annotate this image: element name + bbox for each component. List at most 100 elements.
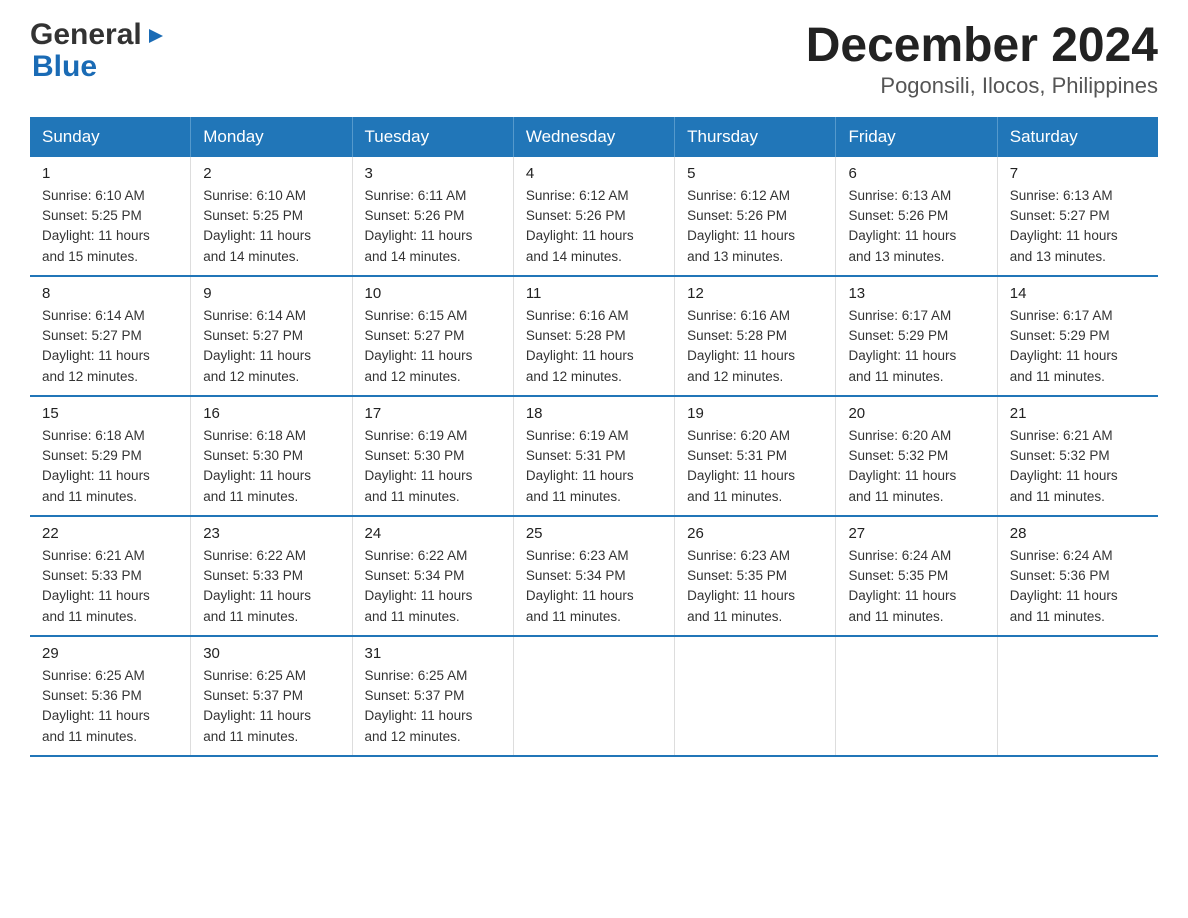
calendar-table: SundayMondayTuesdayWednesdayThursdayFrid…: [30, 117, 1158, 757]
day-info: Sunrise: 6:25 AMSunset: 5:37 PMDaylight:…: [203, 666, 339, 747]
day-number: 20: [848, 405, 984, 422]
day-cell-4: 4 Sunrise: 6:12 AMSunset: 5:26 PMDaylight…: [513, 157, 674, 276]
day-info: Sunrise: 6:21 AMSunset: 5:32 PMDaylight:…: [1010, 426, 1146, 507]
day-cell-5: 5 Sunrise: 6:12 AMSunset: 5:26 PMDaylight…: [675, 157, 836, 276]
day-number: 18: [526, 405, 662, 422]
week-row-1: 1 Sunrise: 6:10 AMSunset: 5:25 PMDaylight…: [30, 157, 1158, 276]
day-header-thursday: Thursday: [675, 117, 836, 157]
day-info: Sunrise: 6:12 AMSunset: 5:26 PMDaylight:…: [687, 186, 823, 267]
day-cell-27: 27 Sunrise: 6:24 AMSunset: 5:35 PMDayligh…: [836, 516, 997, 636]
day-info: Sunrise: 6:13 AMSunset: 5:26 PMDaylight:…: [848, 186, 984, 267]
day-cell-11: 11Sunrise: 6:16 AMSunset: 5:28 PMDayligh…: [513, 276, 674, 396]
day-number: 29: [42, 645, 178, 662]
day-info: Sunrise: 6:11 AMSunset: 5:26 PMDaylight:…: [365, 186, 501, 267]
day-number: 4: [526, 165, 662, 182]
day-info: Sunrise: 6:20 AMSunset: 5:32 PMDaylight:…: [848, 426, 984, 507]
day-cell-16: 16 Sunrise: 6:18 AMSunset: 5:30 PMDayligh…: [191, 396, 352, 516]
day-number: 30: [203, 645, 339, 662]
day-info: Sunrise: 6:12 AMSunset: 5:26 PMDaylight:…: [526, 186, 662, 267]
day-number: 3: [365, 165, 501, 182]
day-cell-19: 19 Sunrise: 6:20 AMSunset: 5:31 PMDayligh…: [675, 396, 836, 516]
day-cell-8: 8Sunrise: 6:14 AMSunset: 5:27 PMDaylight…: [30, 276, 191, 396]
day-cell-26: 26 Sunrise: 6:23 AMSunset: 5:35 PMDayligh…: [675, 516, 836, 636]
day-number: 11: [526, 285, 662, 302]
title-area: December 2024 Pogonsili, Ilocos, Philipp…: [806, 20, 1158, 99]
day-info: Sunrise: 6:25 AMSunset: 5:37 PMDaylight:…: [365, 666, 501, 747]
day-number: 25: [526, 525, 662, 542]
day-number: 8: [42, 285, 178, 302]
calendar-subtitle: Pogonsili, Ilocos, Philippines: [806, 73, 1158, 99]
logo-blue-text: Blue: [32, 50, 97, 84]
day-number: 15: [42, 405, 178, 422]
empty-cell: [836, 636, 997, 756]
day-cell-21: 21 Sunrise: 6:21 AMSunset: 5:32 PMDayligh…: [997, 396, 1158, 516]
day-number: 5: [687, 165, 823, 182]
day-header-wednesday: Wednesday: [513, 117, 674, 157]
day-info: Sunrise: 6:22 AMSunset: 5:33 PMDaylight:…: [203, 546, 339, 627]
day-info: Sunrise: 6:16 AMSunset: 5:28 PMDaylight:…: [687, 306, 823, 387]
week-row-2: 8 Sunrise: 6:14 AMSunset: 5:27 PMDaylight…: [30, 276, 1158, 396]
day-number: 31: [365, 645, 501, 662]
day-number: 10: [365, 285, 501, 302]
logo-arrow-icon: [145, 25, 167, 47]
day-cell-15: 15 Sunrise: 6:18 AMSunset: 5:29 PMDayligh…: [30, 396, 191, 516]
calendar-title: December 2024: [806, 20, 1158, 73]
day-cell-22: 22 Sunrise: 6:21 AMSunset: 5:33 PMDayligh…: [30, 516, 191, 636]
empty-cell: [513, 636, 674, 756]
day-info: Sunrise: 6:15 AMSunset: 5:27 PMDaylight:…: [365, 306, 501, 387]
week-row-5: 29 Sunrise: 6:25 AMSunset: 5:36 PMDayligh…: [30, 636, 1158, 756]
calendar-header-row: SundayMondayTuesdayWednesdayThursdayFrid…: [30, 117, 1158, 157]
day-info: Sunrise: 6:10 AMSunset: 5:25 PMDaylight:…: [203, 186, 339, 267]
day-number: 22: [42, 525, 178, 542]
day-number: 9: [203, 285, 339, 302]
day-info: Sunrise: 6:21 AMSunset: 5:33 PMDaylight:…: [42, 546, 178, 627]
day-info: Sunrise: 6:10 AMSunset: 5:25 PMDaylight:…: [42, 186, 178, 267]
day-cell-18: 18Sunrise: 6:19 AMSunset: 5:31 PMDayligh…: [513, 396, 674, 516]
day-info: Sunrise: 6:23 AMSunset: 5:34 PMDaylight:…: [526, 546, 662, 627]
day-number: 19: [687, 405, 823, 422]
empty-cell: [675, 636, 836, 756]
day-header-saturday: Saturday: [997, 117, 1158, 157]
page-header: General Blue December 2024 Pogonsili, Il…: [30, 20, 1158, 99]
day-info: Sunrise: 6:14 AMSunset: 5:27 PMDaylight:…: [203, 306, 339, 387]
day-cell-2: 2Sunrise: 6:10 AMSunset: 5:25 PMDaylight…: [191, 157, 352, 276]
day-info: Sunrise: 6:18 AMSunset: 5:29 PMDaylight:…: [42, 426, 178, 507]
day-number: 16: [203, 405, 339, 422]
day-cell-28: 28Sunrise: 6:24 AMSunset: 5:36 PMDayligh…: [997, 516, 1158, 636]
day-number: 14: [1010, 285, 1146, 302]
day-cell-12: 12Sunrise: 6:16 AMSunset: 5:28 PMDayligh…: [675, 276, 836, 396]
week-row-4: 22 Sunrise: 6:21 AMSunset: 5:33 PMDayligh…: [30, 516, 1158, 636]
day-info: Sunrise: 6:22 AMSunset: 5:34 PMDaylight:…: [365, 546, 501, 627]
day-cell-24: 24 Sunrise: 6:22 AMSunset: 5:34 PMDayligh…: [352, 516, 513, 636]
day-cell-14: 14Sunrise: 6:17 AMSunset: 5:29 PMDayligh…: [997, 276, 1158, 396]
day-number: 27: [848, 525, 984, 542]
day-number: 7: [1010, 165, 1146, 182]
day-cell-25: 25 Sunrise: 6:23 AMSunset: 5:34 PMDayligh…: [513, 516, 674, 636]
day-number: 17: [365, 405, 501, 422]
day-cell-30: 30 Sunrise: 6:25 AMSunset: 5:37 PMDayligh…: [191, 636, 352, 756]
day-info: Sunrise: 6:23 AMSunset: 5:35 PMDaylight:…: [687, 546, 823, 627]
day-cell-9: 9 Sunrise: 6:14 AMSunset: 5:27 PMDaylight…: [191, 276, 352, 396]
day-info: Sunrise: 6:20 AMSunset: 5:31 PMDaylight:…: [687, 426, 823, 507]
day-cell-17: 17Sunrise: 6:19 AMSunset: 5:30 PMDayligh…: [352, 396, 513, 516]
day-number: 24: [365, 525, 501, 542]
day-number: 6: [848, 165, 984, 182]
day-number: 1: [42, 165, 178, 182]
day-cell-10: 10 Sunrise: 6:15 AMSunset: 5:27 PMDayligh…: [352, 276, 513, 396]
day-info: Sunrise: 6:24 AMSunset: 5:35 PMDaylight:…: [848, 546, 984, 627]
day-header-sunday: Sunday: [30, 117, 191, 157]
day-info: Sunrise: 6:24 AMSunset: 5:36 PMDaylight:…: [1010, 546, 1146, 627]
day-info: Sunrise: 6:13 AMSunset: 5:27 PMDaylight:…: [1010, 186, 1146, 267]
day-info: Sunrise: 6:25 AMSunset: 5:36 PMDaylight:…: [42, 666, 178, 747]
day-number: 21: [1010, 405, 1146, 422]
day-cell-3: 3 Sunrise: 6:11 AMSunset: 5:26 PMDaylight…: [352, 157, 513, 276]
day-header-friday: Friday: [836, 117, 997, 157]
day-number: 23: [203, 525, 339, 542]
day-cell-20: 20 Sunrise: 6:20 AMSunset: 5:32 PMDayligh…: [836, 396, 997, 516]
day-number: 26: [687, 525, 823, 542]
day-info: Sunrise: 6:18 AMSunset: 5:30 PMDaylight:…: [203, 426, 339, 507]
day-header-monday: Monday: [191, 117, 352, 157]
week-row-3: 15 Sunrise: 6:18 AMSunset: 5:29 PMDayligh…: [30, 396, 1158, 516]
day-cell-6: 6 Sunrise: 6:13 AMSunset: 5:26 PMDaylight…: [836, 157, 997, 276]
day-cell-7: 7 Sunrise: 6:13 AMSunset: 5:27 PMDaylight…: [997, 157, 1158, 276]
